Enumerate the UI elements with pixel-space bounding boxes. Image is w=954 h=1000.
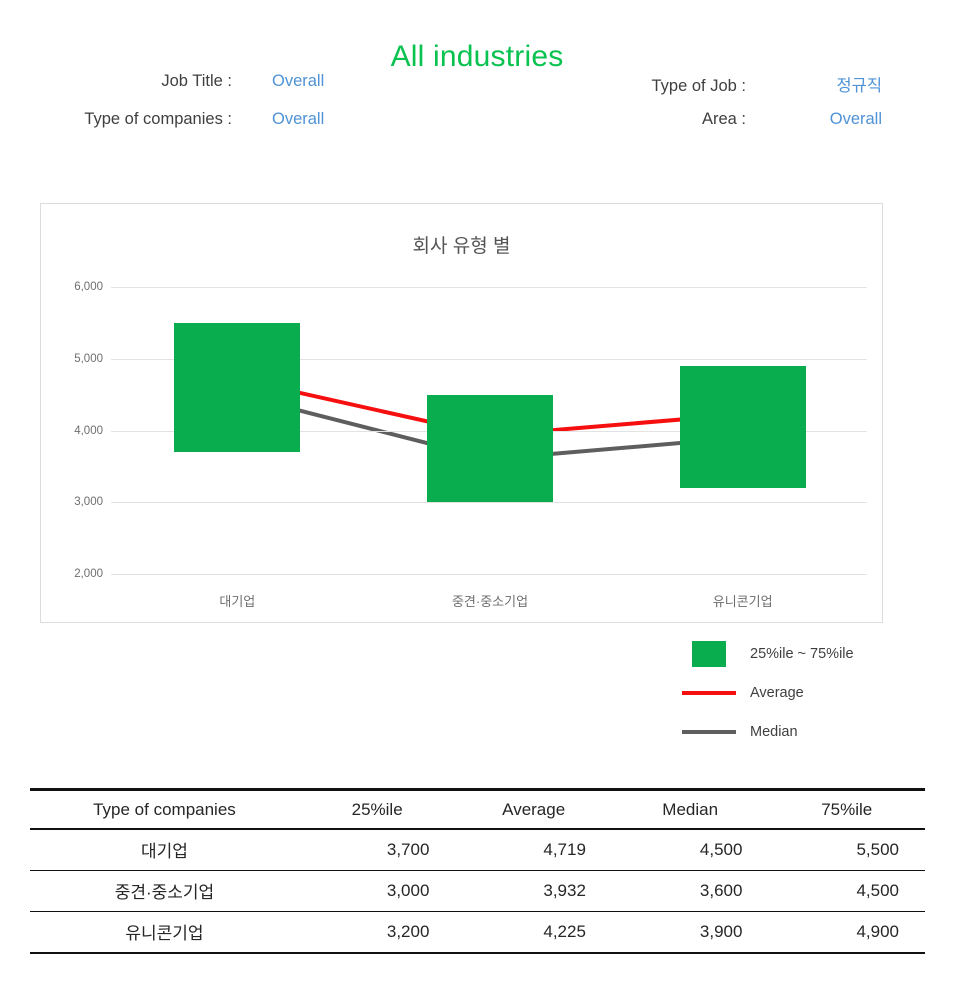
cell-company-type: 대기업 bbox=[30, 828, 299, 871]
header-25ile: 25%ile bbox=[298, 788, 456, 830]
header-average: Average bbox=[455, 788, 612, 830]
cell-75ile: 5,500 bbox=[768, 828, 925, 871]
legend-label-median: Median bbox=[750, 723, 798, 740]
legend-item-range: 25%ile ~ 75%ile bbox=[678, 634, 938, 673]
filter-area: Area : Overall bbox=[441, 110, 882, 129]
cell-75ile: 4,900 bbox=[768, 911, 925, 954]
chart-y-tick-label: 6,000 bbox=[74, 281, 103, 293]
table-row: 유니콘기업 3,200 4,225 3,900 4,900 bbox=[30, 911, 925, 954]
cell-25ile: 3,700 bbox=[298, 828, 456, 871]
table-row: 대기업 3,700 4,719 4,500 5,500 bbox=[30, 828, 925, 871]
chart-range-bar bbox=[679, 365, 806, 488]
header-75ile: 75%ile bbox=[768, 788, 925, 830]
chart-range-bar bbox=[174, 322, 301, 453]
cell-median: 4,500 bbox=[611, 828, 769, 871]
cell-company-type: 중견·중소기업 bbox=[30, 870, 299, 912]
chart-gridline bbox=[111, 287, 867, 288]
legend-swatch-icon bbox=[678, 640, 740, 667]
filter-job-title: Job Title : Overall bbox=[0, 72, 441, 96]
chart-plot-area: 6,000 5,000 4,000 3,000 2,000 대기업 중견·중소기업 유니콘기업 bbox=[41, 204, 882, 622]
filter-job-title-label: Job Title : bbox=[161, 72, 232, 90]
filter-type-of-companies-value[interactable]: Overall bbox=[272, 110, 324, 129]
cell-25ile: 3,200 bbox=[298, 911, 456, 954]
filter-summary: Job Title : Overall Type of Job : 정규직 Ty… bbox=[0, 72, 954, 129]
legend-line-gray-icon bbox=[678, 729, 740, 734]
chart-gridline bbox=[111, 502, 867, 504]
filter-area-value[interactable]: Overall bbox=[774, 110, 882, 129]
chart-legend: 25%ile ~ 75%ile Average Median bbox=[678, 634, 938, 751]
table-body: 대기업 3,700 4,719 4,500 5,500 중견·중소기업 3,00… bbox=[30, 828, 925, 954]
filter-type-of-job-label: Type of Job : bbox=[651, 77, 746, 95]
chart-x-tick-label: 대기업 bbox=[219, 594, 256, 609]
chart-x-tick-label: 중견·중소기업 bbox=[451, 594, 529, 609]
cell-75ile: 4,500 bbox=[768, 870, 925, 912]
filter-type-of-companies-label: Type of companies : bbox=[84, 110, 232, 128]
header-median: Median bbox=[611, 788, 769, 830]
page-title: All industries bbox=[390, 40, 564, 73]
chart-panel: 회사 유형 별 6,000 5,000 4,000 3,000 2,000 대기업 중견·중… bbox=[40, 203, 883, 623]
table-header-row: Type of companies 25%ile Average Median … bbox=[30, 788, 925, 830]
chart-gridline bbox=[111, 574, 867, 575]
cell-average: 4,225 bbox=[455, 911, 612, 954]
filter-type-of-job-value[interactable]: 정규직 bbox=[774, 72, 882, 96]
filter-area-label: Area : bbox=[701, 110, 746, 128]
cell-company-type: 유니콘기업 bbox=[30, 911, 299, 954]
legend-item-median: Median bbox=[678, 712, 938, 751]
chart-y-tick-label: 2,000 bbox=[74, 568, 103, 580]
legend-label-average: Average bbox=[750, 684, 804, 701]
legend-item-average: Average bbox=[678, 673, 938, 712]
cell-median: 3,900 bbox=[611, 911, 769, 954]
legend-label-range: 25%ile ~ 75%ile bbox=[750, 645, 854, 662]
filter-job-title-value[interactable]: Overall bbox=[272, 72, 324, 91]
cell-25ile: 3,000 bbox=[298, 870, 456, 912]
filter-type-of-job: Type of Job : 정규직 bbox=[441, 72, 882, 96]
cell-average: 4,719 bbox=[455, 828, 612, 871]
chart-y-tick-label: 3,000 bbox=[74, 496, 103, 509]
summary-table: Type of companies 25%ile Average Median … bbox=[30, 788, 925, 954]
header-type-of-companies: Type of companies bbox=[30, 788, 299, 830]
chart-x-tick-label: 유니콘기업 bbox=[712, 594, 773, 609]
table-row: 중견·중소기업 3,000 3,932 3,600 4,500 bbox=[30, 870, 925, 912]
chart-y-tick-label: 5,000 bbox=[74, 352, 103, 365]
table-header: Type of companies 25%ile Average Median … bbox=[30, 788, 925, 830]
filter-type-of-companies: Type of companies : Overall bbox=[0, 110, 441, 129]
chart-range-bar bbox=[427, 394, 553, 503]
chart-y-tick-label: 4,000 bbox=[74, 424, 103, 437]
cell-average: 3,932 bbox=[455, 870, 612, 912]
cell-median: 3,600 bbox=[611, 870, 769, 912]
legend-line-red-icon bbox=[678, 690, 740, 695]
